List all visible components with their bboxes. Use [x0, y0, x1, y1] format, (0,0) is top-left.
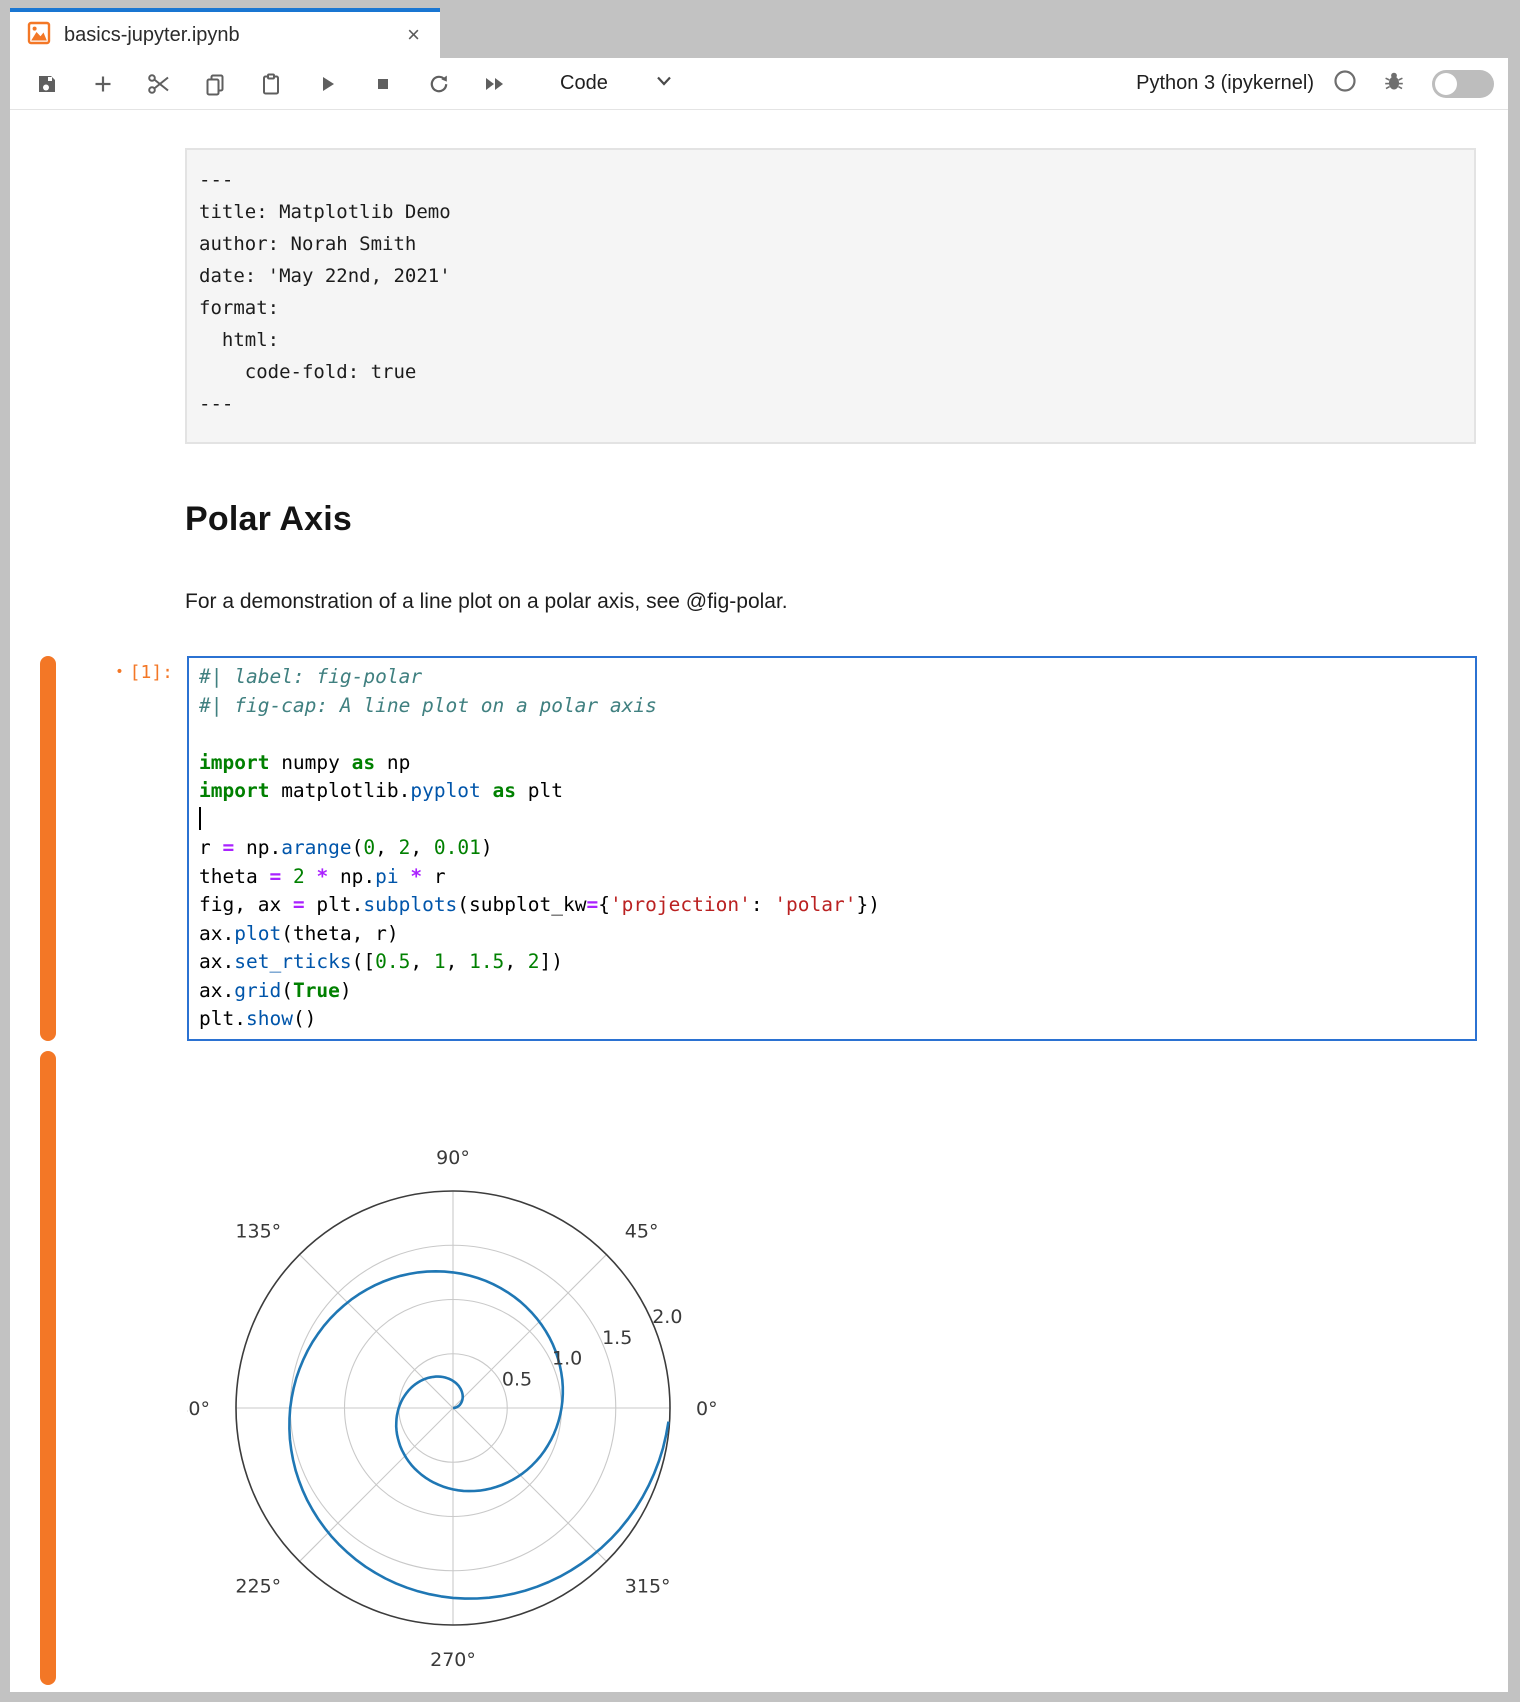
svg-text:270°: 270° — [430, 1649, 476, 1671]
code-line: theta = 2 * np.pi * r — [199, 863, 1465, 892]
run-icon — [315, 72, 339, 96]
notebook-tab[interactable]: basics-jupyter.ipynb × — [10, 8, 440, 58]
svg-text:0°: 0° — [696, 1398, 718, 1420]
code-line: import numpy as np — [199, 749, 1465, 778]
toggle-knob — [1435, 73, 1457, 95]
code-line: ax.plot(theta, r) — [199, 920, 1465, 949]
svg-text:1.5: 1.5 — [602, 1327, 632, 1349]
restart-run-all-button[interactable] — [478, 67, 512, 101]
code-line: fig, ax = plt.subplots(subplot_kw={'proj… — [199, 891, 1465, 920]
code-editor[interactable]: #| label: fig-polar#| fig-cap: A line pl… — [187, 656, 1477, 1041]
cell-type-dropdown[interactable]: Code — [560, 72, 674, 95]
code-line: plt.show() — [199, 1005, 1465, 1034]
kernel-status-icon — [1332, 68, 1358, 99]
text-cursor — [199, 807, 201, 830]
fast-forward-icon — [482, 72, 508, 96]
svg-text:2.0: 2.0 — [652, 1306, 682, 1328]
restart-kernel-button[interactable] — [422, 67, 456, 101]
run-cell-button[interactable] — [310, 67, 344, 101]
clipboard-icon — [259, 72, 283, 96]
output-collapser-bar[interactable] — [40, 1051, 56, 1685]
copy-icon — [203, 72, 227, 96]
input-collapser-bar[interactable] — [40, 656, 56, 1041]
raw-cell-line: format: — [199, 292, 1460, 324]
code-line: #| fig-cap: A line plot on a polar axis — [199, 692, 1465, 721]
tab-close-icon[interactable]: × — [401, 22, 426, 48]
execution-prompt: • [1]: — [56, 656, 187, 1041]
stop-icon — [371, 72, 395, 96]
save-button[interactable] — [30, 67, 64, 101]
code-line — [199, 806, 1465, 835]
markdown-heading: Polar Axis — [185, 498, 1508, 540]
raw-cell-line: author: Norah Smith — [199, 228, 1460, 260]
svg-text:180°: 180° — [187, 1398, 210, 1420]
code-line: r = np.arange(0, 2, 0.01) — [199, 834, 1465, 863]
restart-icon — [427, 72, 451, 96]
plus-icon — [91, 72, 115, 96]
cut-cells-button[interactable] — [142, 67, 176, 101]
debugger-bug-icon[interactable] — [1382, 69, 1406, 98]
code-line: #| label: fig-polar — [199, 663, 1465, 692]
run-indicator-dot: • — [115, 664, 123, 680]
output-cell-row: 0° 45° 90° 135° 180° 225° 270° 315° 0.5 1.0 1.5 2.0 — [10, 1051, 1508, 1685]
cell-type-value: Code — [560, 72, 608, 95]
code-line — [199, 720, 1465, 749]
svg-text:45°: 45° — [625, 1220, 659, 1242]
code-line: ax.set_rticks([0.5, 1, 1.5, 2]) — [199, 948, 1465, 977]
notebook-window: Code Python 3 (ipykernel) — [10, 58, 1508, 1692]
markdown-paragraph: For a demonstration of a line plot on a … — [185, 588, 1508, 616]
raw-cell-line: --- — [199, 388, 1460, 420]
paste-cells-button[interactable] — [254, 67, 288, 101]
notebook-toolbar: Code Python 3 (ipykernel) — [10, 58, 1508, 110]
scissors-icon — [146, 71, 172, 97]
raw-cell-line: date: 'May 22nd, 2021' — [199, 260, 1460, 292]
raw-cell-editor[interactable]: ---title: Matplotlib Demoauthor: Norah S… — [185, 148, 1476, 444]
svg-text:225°: 225° — [235, 1575, 281, 1597]
svg-text:1.0: 1.0 — [552, 1347, 582, 1369]
notebook-file-icon — [26, 20, 52, 51]
interrupt-kernel-button[interactable] — [366, 67, 400, 101]
save-icon — [35, 72, 59, 96]
code-cell-row: • [1]: #| label: fig-polar#| fig-cap: A l… — [10, 656, 1508, 1041]
raw-cell-line: html: — [199, 324, 1460, 356]
notebook-content: ---title: Matplotlib Demoauthor: Norah S… — [10, 148, 1508, 1685]
polar-plot: 0° 45° 90° 135° 180° 225° 270° 315° 0.5 1.0 1.5 2.0 — [187, 1051, 807, 1685]
toolbar-toggle-switch[interactable] — [1432, 70, 1494, 98]
raw-cell-line: title: Matplotlib Demo — [199, 196, 1460, 228]
code-line: import matplotlib.pyplot as plt — [199, 777, 1465, 806]
svg-text:135°: 135° — [235, 1220, 281, 1242]
svg-text:90°: 90° — [436, 1147, 470, 1169]
code-line: ax.grid(True) — [199, 977, 1465, 1006]
tab-title: basics-jupyter.ipynb — [64, 24, 401, 47]
svg-text:315°: 315° — [625, 1575, 671, 1597]
raw-cell-line: --- — [199, 164, 1460, 196]
execution-count: [1]: — [130, 662, 173, 683]
insert-cell-button[interactable] — [86, 67, 120, 101]
raw-cell-line: code-fold: true — [199, 356, 1460, 388]
copy-cells-button[interactable] — [198, 67, 232, 101]
chevron-down-icon — [654, 74, 674, 93]
svg-text:0.5: 0.5 — [502, 1368, 532, 1390]
kernel-name[interactable]: Python 3 (ipykernel) — [1136, 72, 1314, 95]
output-prompt — [56, 1051, 187, 1685]
